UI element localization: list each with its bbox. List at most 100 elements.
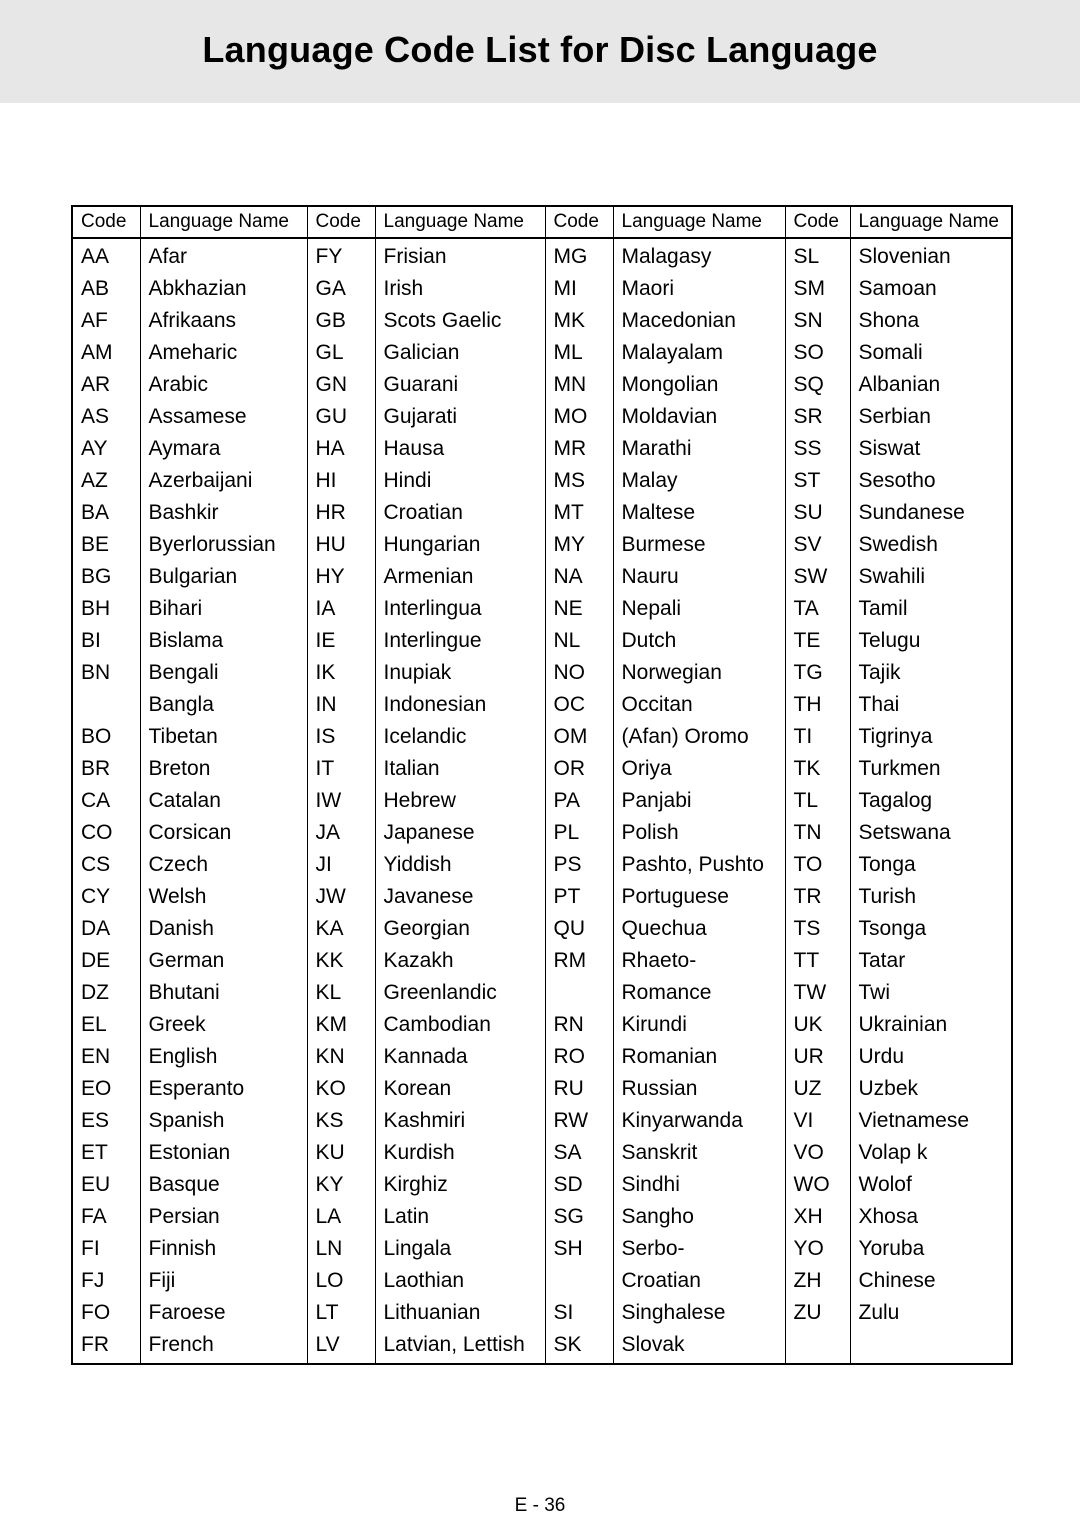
cell-code: MG [544,238,614,273]
cell-language-name: Afar [139,238,308,273]
cell-code: PL [544,817,614,849]
cell-language-name: Czech [139,849,308,881]
cell-language-name: Afrikaans [139,305,308,337]
cell-language-name: Ameharic [139,337,308,369]
cell-language-name: Kazakh [374,945,546,977]
table-row: FI Finnish LN Lingala SH Serbo- YO Yoruba [72,1233,1012,1265]
cell-code: SU [784,497,851,529]
cell-language-name: Occitan [612,689,786,721]
cell-language-name: Maori [612,273,786,305]
cell-code: TR [784,881,851,913]
cell-code: VO [784,1137,851,1169]
cell-language-name: Yiddish [374,849,546,881]
cell-code: UZ [784,1073,851,1105]
cell-code: AM [72,337,141,369]
cell-code: SD [544,1169,614,1201]
cell-code: JI [306,849,376,881]
cell-code: TA [784,593,851,625]
cell-language-name: Italian [374,753,546,785]
cell-code: ZU [784,1297,851,1329]
cell-language-name: Turish [849,881,1012,913]
table-row: Bangla IN Indonesian OC Occitan TH Thai [72,689,1012,721]
cell-code: LA [306,1201,376,1233]
cell-language-name: Albanian [849,369,1012,401]
cell-code: GU [306,401,376,433]
cell-language-name: Swedish [849,529,1012,561]
cell-language-name: Nauru [612,561,786,593]
cell-language-name: Scots Gaelic [374,305,546,337]
cell-code: ES [72,1105,141,1137]
cell-language-name: Malayalam [612,337,786,369]
table-row: FA Persian LA Latin SG Sangho XH Xhosa [72,1201,1012,1233]
cell-code: CA [72,785,141,817]
table-row: CY Welsh JW Javanese PT Portuguese TR Turish [72,881,1012,913]
cell-language-name: Serbian [849,401,1012,433]
cell-code: GB [306,305,376,337]
header-code-1: Code [72,206,141,239]
cell-code: YO [784,1233,851,1265]
cell-code: SI [544,1297,614,1329]
cell-code: MY [544,529,614,561]
cell-code: JA [306,817,376,849]
cell-language-name: Tamil [849,593,1012,625]
cell-language-name: Vietnamese [849,1105,1012,1137]
table-row: ES Spanish KS Kashmiri RW Kinyarwanda VI Vietna… [72,1105,1012,1137]
cell-code: LO [306,1265,376,1297]
cell-code: HR [306,497,376,529]
cell-code: RW [544,1105,614,1137]
cell-language-name: Bhutani [139,977,308,1009]
cell-language-name: Fiji [139,1265,308,1297]
cell-language-name: Zulu [849,1297,1012,1329]
cell-language-name: Finnish [139,1233,308,1265]
cell-code: TS [784,913,851,945]
cell-code: LT [306,1297,376,1329]
cell-code: CS [72,849,141,881]
cell-language-name: Javanese [374,881,546,913]
table-row: AZ Azerbaijani HI Hindi MS Malay ST Sesotho [72,465,1012,497]
cell-language-name: Sesotho [849,465,1012,497]
cell-language-name: Siswat [849,433,1012,465]
cell-language-name: Volap k [849,1137,1012,1169]
cell-code: FO [72,1297,141,1329]
cell-code: PS [544,849,614,881]
cell-language-name: Norwegian [612,657,786,689]
cell-code: BH [72,593,141,625]
cell-language-name: Malay [612,465,786,497]
cell-code [784,1329,851,1364]
cell-code: LN [306,1233,376,1265]
table-row: AB Abkhazian GA Irish MI Maori SM Samoan [72,273,1012,305]
cell-code: KK [306,945,376,977]
table-row: BE Byerlorussian HU Hungarian MY Burmese SV Swe… [72,529,1012,561]
cell-language-name: Thai [849,689,1012,721]
cell-code: NA [544,561,614,593]
cell-language-name: Malagasy [612,238,786,273]
cell-language-name: Dutch [612,625,786,657]
cell-language-name: Hausa [374,433,546,465]
cell-language-name: Sanskrit [612,1137,786,1169]
cell-code: EU [72,1169,141,1201]
cell-code: TK [784,753,851,785]
cell-code: AB [72,273,141,305]
cell-language-name: Interlingua [374,593,546,625]
cell-language-name: Portuguese [612,881,786,913]
cell-code: PT [544,881,614,913]
cell-language-name: Frisian [374,238,546,273]
cell-language-name: Polish [612,817,786,849]
cell-code: MS [544,465,614,497]
cell-language-name: Basque [139,1169,308,1201]
cell-code: OR [544,753,614,785]
cell-language-name: Panjabi [612,785,786,817]
cell-code: QU [544,913,614,945]
cell-code: SN [784,305,851,337]
cell-code: ET [72,1137,141,1169]
cell-language-name: Oriya [612,753,786,785]
table-row: FJ Fiji LO Laothian Croatian ZH Chinese [72,1265,1012,1297]
cell-code: CO [72,817,141,849]
cell-code: ZH [784,1265,851,1297]
cell-code: IT [306,753,376,785]
table-row: EN English KN Kannada RO Romanian UR Urdu [72,1041,1012,1073]
cell-code: RU [544,1073,614,1105]
cell-code: HU [306,529,376,561]
cell-language-name: Bangla [139,689,308,721]
cell-code: GN [306,369,376,401]
